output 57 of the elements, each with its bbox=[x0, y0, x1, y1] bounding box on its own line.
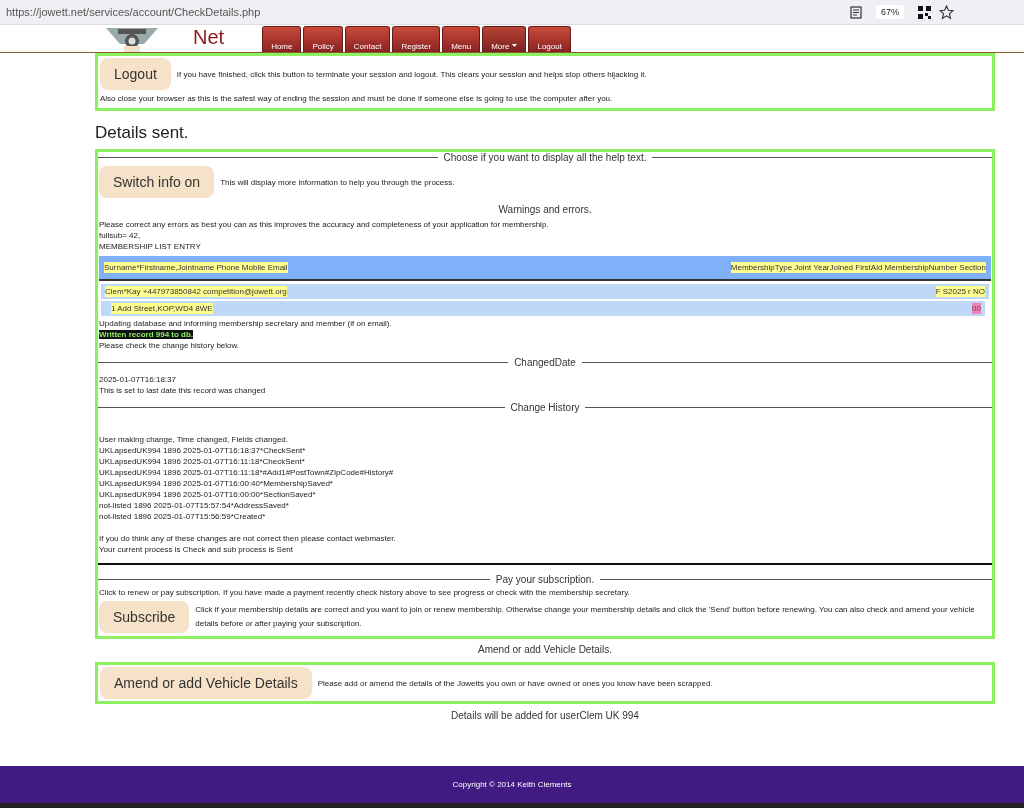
section-legend: ChangedDate bbox=[514, 357, 576, 368]
logout-description: If you have finished, click this button to terminate your session and logout. This clears your session and helps stop others hijacking it. bbox=[176, 68, 647, 80]
changed-date: 2025-01-07T16:18:37 bbox=[99, 374, 177, 385]
vehicle-description: Please add or amend the details of the Jowetts you own or have owned or ones you know have been scrapped. bbox=[317, 677, 713, 689]
zoom-level[interactable]: 67% bbox=[876, 5, 904, 19]
subscription-intro: Click to renew or pay subscription. If you have made a payment recently check history above to see progress or check with the membership secretary. bbox=[99, 587, 631, 598]
page-heading: Details sent. bbox=[95, 123, 190, 143]
nav-tab[interactable]: Logout bbox=[528, 26, 571, 52]
history-entry: not-listed 1896 2025-01-07T15:56:59*Created* bbox=[99, 511, 267, 522]
help-description: This will display more information to help you through the process. bbox=[220, 176, 455, 188]
table-cell: Clem*Kay +447973850842 competition@jowett.org bbox=[105, 286, 287, 297]
star-icon[interactable] bbox=[939, 4, 954, 20]
table-cell: 00 bbox=[972, 303, 981, 314]
logout-note: Also close your browser as this is the safest way of ending the session and must be done if someone else is going to use the computer after you. bbox=[100, 93, 614, 104]
nav-tab[interactable]: Home bbox=[262, 26, 302, 52]
table-cell: 1 Add Street,KOP,WD4 8WE bbox=[111, 303, 213, 314]
warning-text: MEMBERSHIP LIST ENTRY bbox=[99, 241, 202, 252]
nav-tab[interactable]: Menu bbox=[442, 26, 481, 52]
warnings-title: Warnings and errors. bbox=[497, 204, 593, 215]
address-bar[interactable]: https://jowett.net/services/account/CheckDetails.php bbox=[6, 6, 846, 18]
history-entry: UKLapsedUK994 1896 2025-01-07T16:00:00*SectionSaved* bbox=[99, 489, 317, 500]
user-note: Details will be added for userClem UK 994 bbox=[450, 710, 640, 721]
column-headings: MembershipType Joint YearJoined FirstAid MembershipNumber Section bbox=[730, 262, 986, 273]
nav-tab[interactable]: More bbox=[482, 26, 527, 52]
section-legend: Choose if you want to display all the help text. bbox=[443, 152, 647, 163]
history-entry: UKLapsedUK994 1896 2025-01-07T16:00:40*MembershipSaved* bbox=[99, 478, 334, 489]
subscribe-description: Click if your membership details are correct and you want to join or renew membership. Otherwise change your membership details and click the 'Send' button before renewing. You can also check and amend your vehicle details before or after paying your subscription. bbox=[195, 604, 976, 630]
nav-tab[interactable]: Policy bbox=[303, 26, 343, 52]
site-name: Net bbox=[193, 26, 225, 49]
subscribe-button[interactable]: Subscribe bbox=[99, 601, 190, 633]
status-message: Please check the change history below. bbox=[99, 341, 240, 350]
history-heading: User making change, Time changed, Fields changed. bbox=[99, 434, 289, 445]
history-note: Your current process is Check and sub process is Sent bbox=[99, 544, 295, 555]
history-entry: not-listed 1896 2025-01-07T15:57:54*AddressSaved* bbox=[99, 500, 290, 511]
warning-text: fullsub= 42, bbox=[99, 230, 142, 241]
vehicle-title: Amend or add Vehicle Details. bbox=[477, 644, 613, 655]
caret-icon bbox=[512, 44, 518, 48]
history-note: If you do think any of these changes are not correct then please contact webmaster. bbox=[99, 533, 397, 544]
status-message: Written record 994 to db. bbox=[99, 330, 194, 339]
nav-tab[interactable]: Contact bbox=[344, 26, 391, 52]
section-legend: Pay your subscription. bbox=[495, 574, 595, 585]
logout-button[interactable]: Logout bbox=[100, 58, 171, 90]
vehicle-details-button[interactable]: Amend or add Vehicle Details bbox=[100, 667, 312, 699]
table-cell: F S2025 r NO bbox=[935, 286, 985, 297]
nav-tab[interactable]: Register bbox=[392, 26, 441, 52]
grid-icon[interactable] bbox=[918, 5, 931, 19]
warning-text: Please correct any errors as best you can as this improves the accuracy and completeness of your application for membership. bbox=[99, 219, 550, 230]
history-entry: UKLapsedUK994 1896 2025-01-07T16:11:18*CheckSent* bbox=[99, 456, 306, 467]
section-legend: Change History bbox=[510, 402, 580, 413]
reader-view-icon[interactable] bbox=[850, 5, 862, 19]
switch-info-button[interactable]: Switch info on bbox=[99, 166, 215, 198]
copyright-text: Copyright © 2014 Keith Clements bbox=[452, 780, 572, 789]
history-entry: UKLapsedUK994 1896 2025-01-07T16:18:37*CheckSent* bbox=[99, 445, 307, 456]
column-headings: Surname*Firstname,Jointname Phone Mobile Email bbox=[104, 262, 288, 273]
history-entry: UKLapsedUK994 1896 2025-01-07T16:11:18*#Add1#PostTown#ZipCode#History# bbox=[99, 467, 395, 478]
changed-date-note: This is set to last date this record was changed bbox=[99, 385, 267, 396]
status-message: Updating database and informing membership secretary and member (if on email). bbox=[99, 319, 392, 328]
